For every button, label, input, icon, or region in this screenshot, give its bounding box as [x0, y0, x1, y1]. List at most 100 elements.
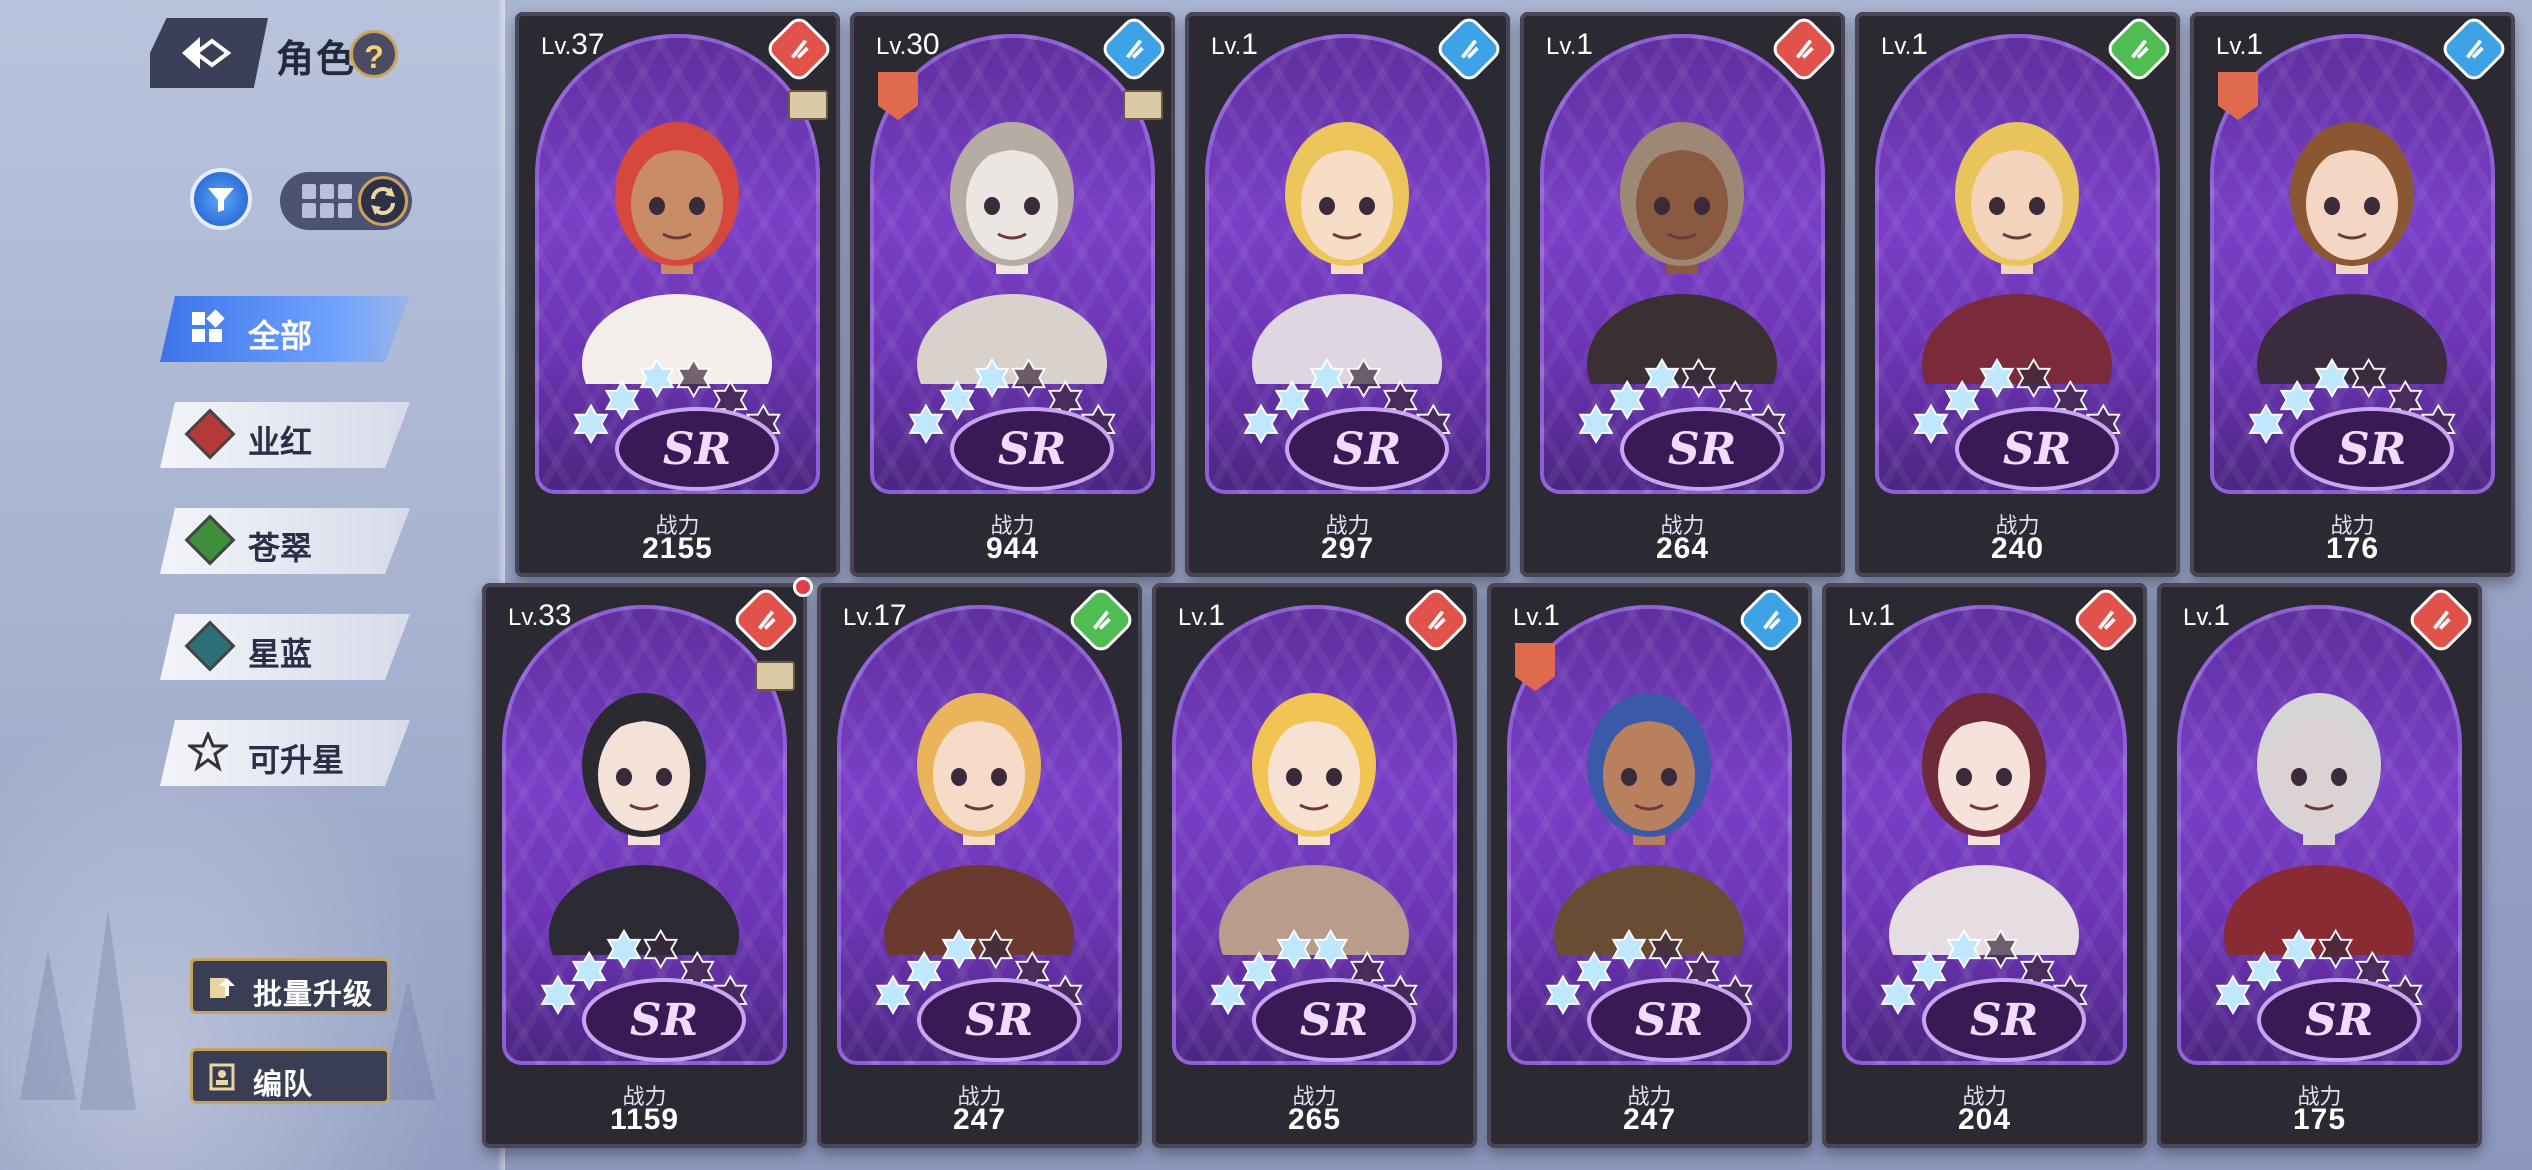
character-card[interactable]: SR Lv.1 战力 264	[1520, 12, 1845, 577]
tab-red[interactable]: 业红	[160, 402, 410, 468]
power-value: 297	[1320, 532, 1375, 565]
power-value: 176	[2325, 532, 2380, 565]
tab-all[interactable]: 全部	[160, 296, 410, 362]
card-art: SR	[1875, 34, 2160, 494]
level-label: Lv.1	[1513, 599, 1560, 632]
level-label: Lv.1	[2216, 28, 2263, 61]
character-card[interactable]: SR Lv.37 战力 2155	[515, 12, 840, 577]
tab-green[interactable]: 苍翠	[160, 508, 410, 574]
power-value: 247	[1622, 1103, 1677, 1136]
filter-icon	[208, 188, 234, 212]
card-art: SR	[1540, 34, 1825, 494]
level-label: Lv.30	[876, 28, 940, 61]
sidebar: 角色 ? 全部 业红 苍翠 星蓝 可升星 批量升级 编队	[0, 0, 505, 1170]
formation-icon	[209, 1063, 235, 1091]
character-card[interactable]: SR Lv.1 战力 297	[1185, 12, 1510, 577]
level-label: Lv.1	[1178, 599, 1225, 632]
level-label: Lv.1	[1848, 599, 1895, 632]
svg-text:SR: SR	[998, 424, 1066, 475]
level-label: Lv.33	[508, 599, 572, 632]
level-label: Lv.1	[2183, 599, 2230, 632]
rarity-badge: SR	[1285, 407, 1449, 491]
power-value: 175	[2292, 1103, 2347, 1136]
svg-text:SR: SR	[1333, 424, 1401, 475]
batch-upgrade-icon	[210, 978, 235, 998]
character-card[interactable]: SR Lv.1 战力 175	[2157, 583, 2482, 1148]
formation-button[interactable]: 编队	[190, 1048, 390, 1104]
grid-view-icon	[302, 184, 352, 218]
svg-text:SR: SR	[1635, 995, 1703, 1046]
rarity-badge: SR	[1252, 978, 1416, 1062]
rarity-badge: SR	[917, 978, 1081, 1062]
power-value: 247	[952, 1103, 1007, 1136]
view-toggle[interactable]	[280, 172, 412, 230]
notification-dot	[793, 577, 813, 597]
power-value: 265	[1287, 1103, 1342, 1136]
svg-text:SR: SR	[2003, 424, 2071, 475]
character-card[interactable]: SR Lv.1 战力 240	[1855, 12, 2180, 577]
batch-upgrade-button[interactable]: 批量升级	[190, 958, 390, 1014]
card-art: SR	[2177, 605, 2462, 1065]
ticket-icon	[1123, 90, 1163, 120]
tab-label: 全部	[248, 318, 313, 354]
card-art: SR	[502, 605, 787, 1065]
all-grid-icon	[192, 309, 225, 342]
character-card[interactable]: SR Lv.1 战力 176	[2190, 12, 2515, 577]
level-label: Lv.1	[1211, 28, 1258, 61]
level-label: Lv.37	[541, 28, 605, 61]
level-label: Lv.1	[1881, 28, 1928, 61]
power-value: 204	[1957, 1103, 2012, 1136]
card-art: SR	[1172, 605, 1457, 1065]
rarity-badge: SR	[1620, 407, 1784, 491]
refresh-icon	[371, 187, 395, 215]
character-card[interactable]: SR Lv.1 战力 204	[1822, 583, 2147, 1148]
back-button[interactable]	[150, 18, 268, 88]
card-art: SR	[1205, 34, 1490, 494]
help-button[interactable]: ?	[350, 30, 398, 78]
power-value: 2155	[642, 532, 713, 565]
star-upgrade-icon	[188, 732, 228, 772]
card-art: SR	[1842, 605, 2127, 1065]
tab-label: 苍翠	[248, 530, 313, 566]
back-arrow-icon	[182, 37, 232, 69]
rarity-badge: SR	[615, 407, 779, 491]
batch-upgrade-label: 批量升级	[253, 979, 374, 1011]
tab-blue[interactable]: 星蓝	[160, 614, 410, 680]
svg-text:SR: SR	[630, 995, 698, 1046]
character-card[interactable]: SR Lv.30 战力 944	[850, 12, 1175, 577]
power-value: 240	[1990, 532, 2045, 565]
svg-text:SR: SR	[1970, 995, 2038, 1046]
card-art: SR	[535, 34, 820, 494]
character-card[interactable]: SR Lv.1 战力 265	[1152, 583, 1477, 1148]
power-value: 1159	[609, 1103, 680, 1136]
rarity-badge: SR	[2290, 407, 2454, 491]
character-card[interactable]: SR Lv.1 战力 247	[1487, 583, 1812, 1148]
rarity-badge: SR	[582, 978, 746, 1062]
tab-label: 可升星	[248, 742, 345, 778]
tab-label: 星蓝	[248, 636, 313, 672]
formation-label: 编队	[253, 1069, 314, 1101]
power-value: 944	[985, 532, 1040, 565]
level-label: Lv.17	[843, 599, 907, 632]
character-card[interactable]: SR Lv.17 战力 247	[817, 583, 1142, 1148]
tab-label: 业红	[248, 424, 313, 460]
svg-text:SR: SR	[663, 424, 731, 475]
character-card[interactable]: SR Lv.33 战力 1159	[482, 577, 813, 1148]
page-title: 角色	[276, 39, 357, 81]
ticket-icon	[755, 661, 795, 691]
rarity-badge: SR	[950, 407, 1114, 491]
switch-view-button[interactable]	[358, 176, 408, 226]
ticket-icon	[788, 90, 828, 120]
rarity-badge: SR	[2257, 978, 2421, 1062]
svg-text:SR: SR	[1668, 424, 1736, 475]
green-element-icon	[184, 514, 236, 566]
tree-decoration	[80, 910, 136, 1110]
filter-button[interactable]	[190, 168, 252, 230]
rarity-badge: SR	[1587, 978, 1751, 1062]
tab-upgradable[interactable]: 可升星	[160, 720, 410, 786]
power-value: 264	[1655, 532, 1710, 565]
red-element-icon	[184, 408, 236, 460]
blue-element-icon	[184, 620, 236, 672]
card-art: SR	[837, 605, 1122, 1065]
svg-text:SR: SR	[2338, 424, 2406, 475]
